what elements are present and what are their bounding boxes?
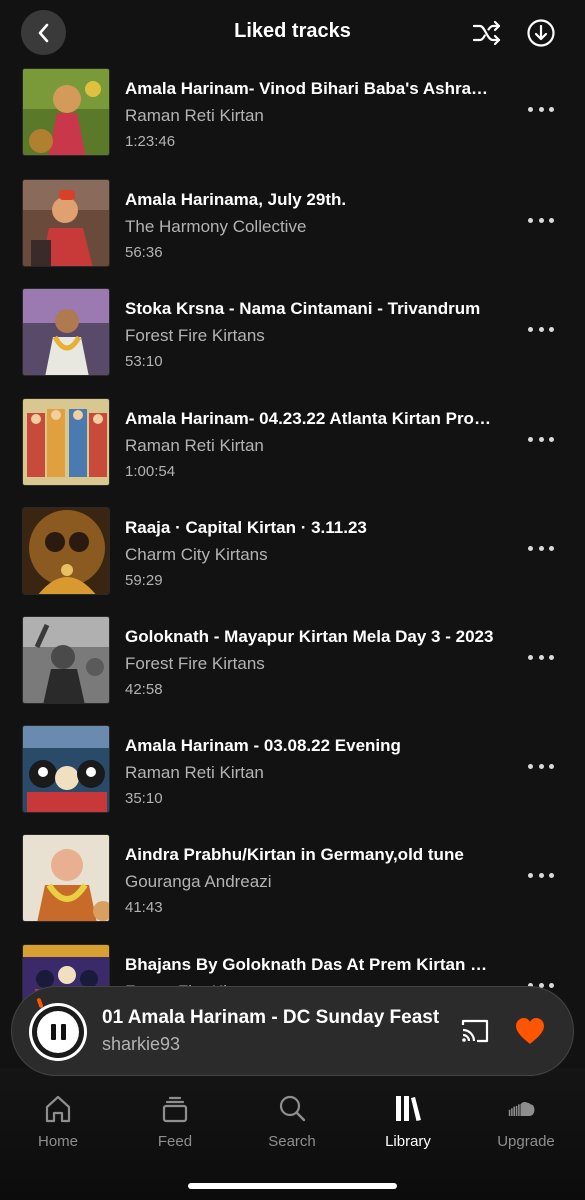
track-title: Bhajans By Goloknath Das At Prem Kirtan … xyxy=(125,955,495,974)
download-icon xyxy=(527,19,555,47)
track-title: Amala Harinam- 04.23.22 Atlanta Kirtan P… xyxy=(125,409,495,428)
track-artist[interactable]: Forest Fire Kirtans xyxy=(125,654,495,674)
search-icon xyxy=(279,1095,306,1122)
now-playing-title[interactable]: 01 Amala Harinam - DC Sunday Feast xyxy=(102,1007,447,1029)
nav-label: Upgrade xyxy=(497,1133,555,1150)
header: Liked tracks xyxy=(0,0,585,68)
more-options-button[interactable] xyxy=(528,432,554,446)
track-row[interactable]: Amala Harinam- Vinod Bihari Baba's Ashra… xyxy=(0,68,585,177)
track-artist[interactable]: Raman Reti Kirtan xyxy=(125,106,495,126)
track-duration: 42:58 xyxy=(125,681,163,698)
track-title: Amala Harinama, July 29th. xyxy=(125,190,347,209)
track-artwork xyxy=(22,834,110,922)
track-row[interactable]: Aindra Prabhu/Kirtan in Germany,old tune… xyxy=(0,834,585,943)
feed-icon xyxy=(162,1096,188,1123)
playback-progress-indicator xyxy=(36,997,44,1009)
more-options-button[interactable] xyxy=(528,868,554,882)
track-duration: 56:36 xyxy=(125,244,163,261)
track-duration: 53:10 xyxy=(125,353,163,370)
liked-tracks-list[interactable]: Amala Harinam- Vinod Bihari Baba's Ashra… xyxy=(0,68,585,1068)
library-icon xyxy=(396,1096,421,1121)
track-title: Raaja · Capital Kirtan · 3.11.23 xyxy=(125,518,367,537)
track-artist[interactable]: Raman Reti Kirtan xyxy=(125,763,495,783)
nav-label: Search xyxy=(268,1133,316,1150)
track-title: Stoka Krsna - Nama Cintamani - Trivandru… xyxy=(125,299,481,318)
track-duration: 59:29 xyxy=(125,572,163,589)
nav-label: Feed xyxy=(157,1133,193,1150)
nav-home[interactable]: Home xyxy=(8,1094,108,1164)
track-duration: 1:00:54 xyxy=(125,463,176,480)
nav-search[interactable]: Search xyxy=(242,1094,342,1164)
download-button[interactable] xyxy=(526,18,556,48)
pause-button[interactable] xyxy=(29,1003,87,1061)
track-title: Amala Harinam - 03.08.22 Evening xyxy=(125,736,401,755)
track-artist[interactable]: The Harmony Collective xyxy=(125,217,495,237)
track-title: Aindra Prabhu/Kirtan in Germany,old tune xyxy=(125,845,464,864)
track-row[interactable]: Amala Harinama, July 29th. The Harmony C… xyxy=(0,179,585,288)
nav-upgrade[interactable]: Upgrade xyxy=(476,1094,576,1164)
nav-label: Library xyxy=(385,1133,431,1150)
cast-icon xyxy=(461,1019,489,1043)
home-indicator xyxy=(188,1183,397,1189)
cloud-icon xyxy=(508,1101,535,1116)
nav-label: Home xyxy=(37,1133,78,1150)
track-row[interactable]: Raaja · Capital Kirtan · 3.11.23 Charm C… xyxy=(0,507,585,616)
shuffle-icon xyxy=(472,20,501,46)
track-artist[interactable]: Gouranga Andreazi xyxy=(125,872,495,892)
track-row[interactable]: Amala Harinam - 03.08.22 Evening Raman R… xyxy=(0,725,585,834)
more-options-button[interactable] xyxy=(528,102,554,116)
track-artwork xyxy=(22,725,110,813)
heart-icon xyxy=(516,1018,544,1044)
home-icon xyxy=(45,1095,71,1123)
more-options-button[interactable] xyxy=(528,213,554,227)
nav-library[interactable]: Library xyxy=(358,1094,458,1164)
track-artwork xyxy=(22,179,110,267)
more-options-button[interactable] xyxy=(528,541,554,555)
more-options-button[interactable] xyxy=(528,322,554,336)
track-duration: 41:43 xyxy=(125,899,163,916)
track-artist[interactable]: Charm City Kirtans xyxy=(125,545,495,565)
track-artist[interactable]: Forest Fire Kirtans xyxy=(125,326,495,346)
mini-player[interactable]: 01 Amala Harinam - DC Sunday Feast shark… xyxy=(11,986,574,1076)
like-button[interactable] xyxy=(514,1016,546,1046)
track-row[interactable]: Amala Harinam- 04.23.22 Atlanta Kirtan P… xyxy=(0,398,585,507)
pause-icon xyxy=(37,1011,79,1053)
bottom-nav: Home Feed Search Library Upgrade xyxy=(0,1068,585,1200)
track-artwork xyxy=(22,616,110,704)
track-row[interactable]: Stoka Krsna - Nama Cintamani - Trivandru… xyxy=(0,288,585,397)
track-artwork xyxy=(22,507,110,595)
more-options-button[interactable] xyxy=(528,759,554,773)
cast-button[interactable] xyxy=(460,1017,490,1045)
track-duration: 35:10 xyxy=(125,790,163,807)
nav-feed[interactable]: Feed xyxy=(125,1094,225,1164)
shuffle-button[interactable] xyxy=(471,18,503,48)
track-row[interactable]: Goloknath - Mayapur Kirtan Mela Day 3 - … xyxy=(0,616,585,725)
track-artwork xyxy=(22,288,110,376)
track-title: Amala Harinam- Vinod Bihari Baba's Ashra… xyxy=(125,79,495,98)
more-options-button[interactable] xyxy=(528,650,554,664)
track-artist[interactable]: Raman Reti Kirtan xyxy=(125,436,495,456)
now-playing-artist[interactable]: sharkie93 xyxy=(102,1034,180,1055)
track-title: Goloknath - Mayapur Kirtan Mela Day 3 - … xyxy=(125,627,494,646)
track-artwork xyxy=(22,398,110,486)
track-duration: 1:23:46 xyxy=(125,133,176,150)
track-artwork xyxy=(22,68,110,156)
